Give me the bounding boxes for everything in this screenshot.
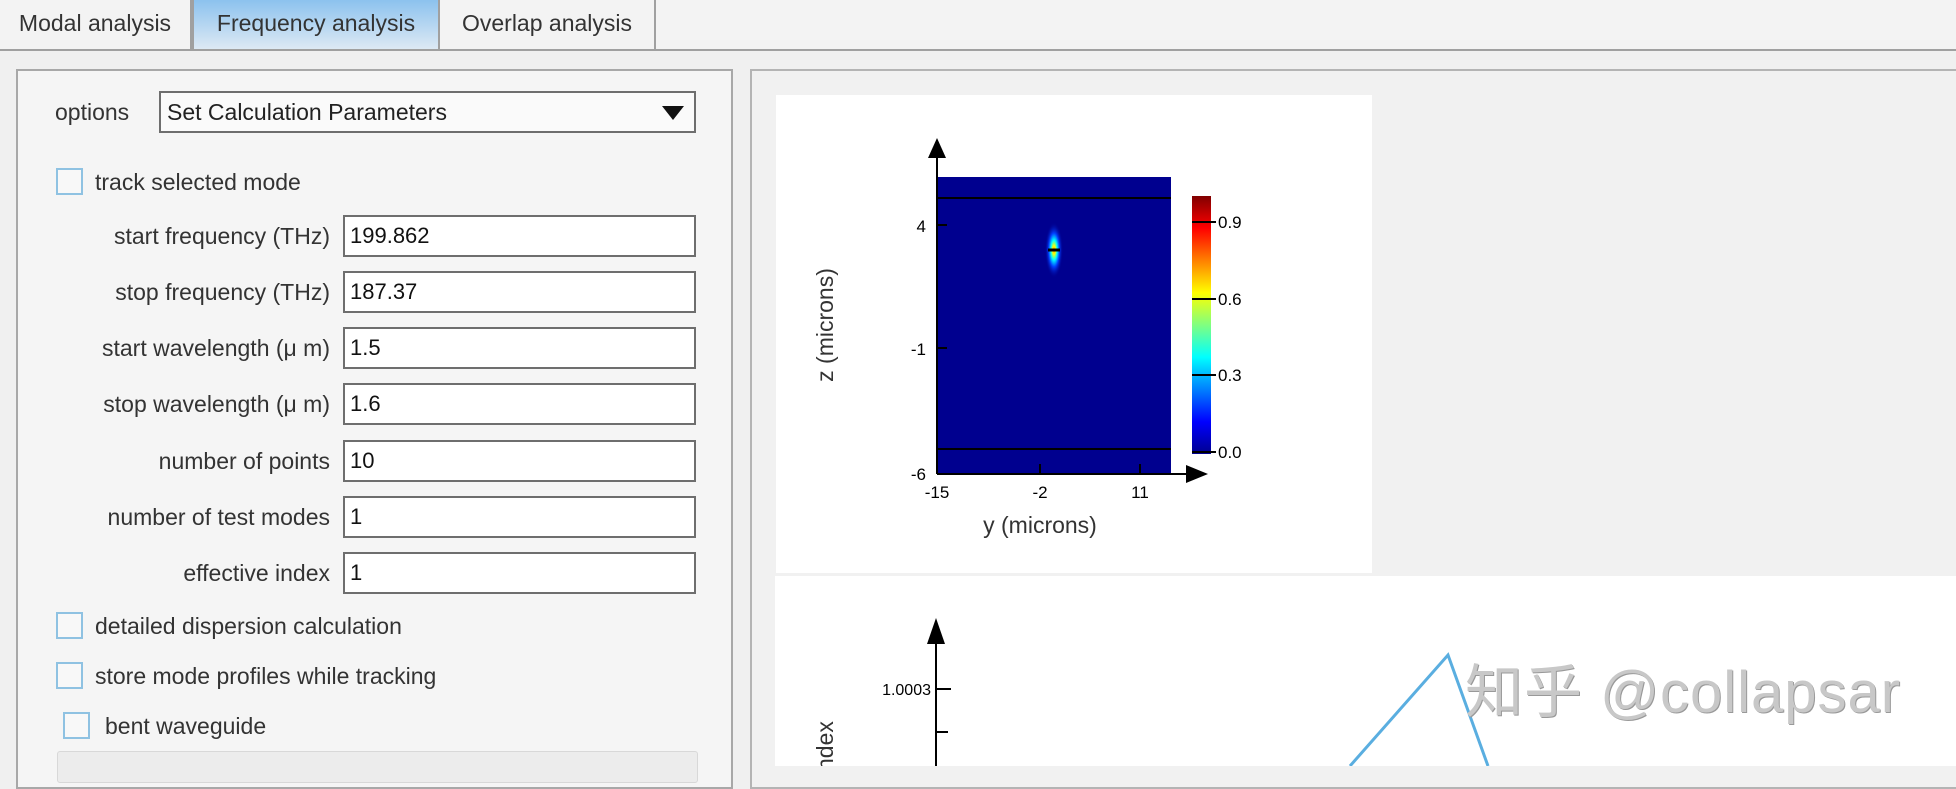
options-label: options bbox=[55, 99, 130, 125]
tab-frequency-analysis[interactable]: Frequency analysis bbox=[192, 0, 440, 49]
store-mode-profiles-label: store mode profiles while tracking bbox=[95, 663, 437, 689]
colorbar-tick-label: 0.0 bbox=[1218, 443, 1242, 462]
y-axis-title: z (microns) bbox=[812, 268, 838, 382]
mode-profile-plot: 4 -1 -6 -15 -2 11 y (microns) z (microns… bbox=[776, 95, 1372, 573]
tab-modal-analysis[interactable]: Modal analysis bbox=[0, 0, 192, 49]
bent-waveguide-options-group bbox=[57, 751, 698, 783]
stop-wavelength-input[interactable]: 1.6 bbox=[343, 383, 696, 425]
track-selected-mode-checkbox[interactable] bbox=[56, 168, 83, 195]
stop-wavelength-label: stop wavelength (μ m) bbox=[103, 391, 330, 417]
track-selected-mode-label: track selected mode bbox=[95, 169, 301, 195]
x-axis-title: y (microns) bbox=[983, 512, 1097, 538]
store-mode-profiles-checkbox[interactable] bbox=[56, 662, 83, 689]
effective-index-label: effective index bbox=[183, 560, 330, 586]
effective-index-input[interactable]: 1 bbox=[343, 552, 696, 594]
bent-waveguide-label: bent waveguide bbox=[105, 713, 267, 739]
stop-frequency-input[interactable]: 187.37 bbox=[343, 271, 696, 313]
tab-overlap-analysis[interactable]: Overlap analysis bbox=[440, 0, 656, 49]
start-wavelength-input[interactable]: 1.5 bbox=[343, 327, 696, 369]
number-of-test-modes-label: number of test modes bbox=[107, 504, 330, 530]
chevron-down-icon bbox=[662, 106, 684, 120]
tab-bar: Modal analysis Frequency analysis Overla… bbox=[0, 0, 1956, 51]
colorbar-tick-label: 0.6 bbox=[1218, 290, 1242, 309]
detailed-dispersion-checkbox[interactable] bbox=[56, 612, 83, 639]
field-intensity-map bbox=[937, 177, 1171, 474]
number-of-points-input[interactable]: 10 bbox=[343, 440, 696, 482]
start-wavelength-label: start wavelength (μ m) bbox=[102, 335, 330, 361]
z-tick-label: -6 bbox=[911, 465, 926, 484]
y-tick-label: -2 bbox=[1032, 483, 1047, 502]
stop-frequency-label: stop frequency (THz) bbox=[115, 279, 330, 305]
options-dropdown[interactable]: Set Calculation Parameters bbox=[159, 91, 696, 133]
colorbar-tick-label: 0.3 bbox=[1218, 366, 1242, 385]
z-tick-label: -1 bbox=[911, 340, 926, 359]
index-axis-title: ndex bbox=[812, 721, 838, 766]
y-tick-label: -15 bbox=[925, 483, 950, 502]
colorbar bbox=[1192, 196, 1211, 454]
detailed-dispersion-label: detailed dispersion calculation bbox=[95, 613, 402, 639]
number-of-test-modes-input[interactable]: 1 bbox=[343, 496, 696, 538]
start-frequency-input[interactable]: 199.862 bbox=[343, 215, 696, 257]
index-tick-label: 1.0003 bbox=[882, 682, 931, 699]
y-tick-label: 11 bbox=[1131, 483, 1149, 502]
colorbar-tick-label: 0.9 bbox=[1218, 213, 1242, 232]
start-frequency-label: start frequency (THz) bbox=[114, 223, 330, 249]
options-selected-value: Set Calculation Parameters bbox=[167, 99, 447, 125]
z-tick-label: 4 bbox=[917, 217, 926, 236]
number-of-points-label: number of points bbox=[158, 448, 330, 474]
bent-waveguide-checkbox[interactable] bbox=[63, 712, 90, 739]
watermark: 知乎 @collapsar bbox=[1465, 660, 1902, 725]
